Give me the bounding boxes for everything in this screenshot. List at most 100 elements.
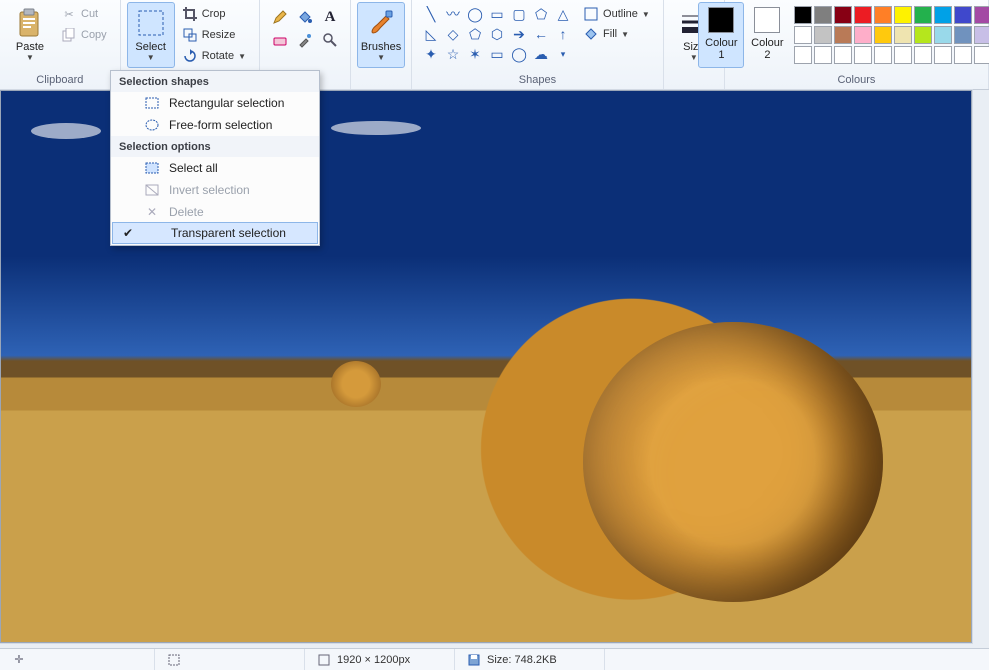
palette-swatch[interactable]: [954, 46, 972, 64]
palette-swatch[interactable]: [914, 46, 932, 64]
bucket-icon: [583, 26, 599, 42]
scissors-icon: ✂: [61, 6, 77, 22]
shape-arrow-u[interactable]: ↑: [552, 24, 574, 44]
palette-swatch[interactable]: [894, 26, 912, 44]
paste-icon: [14, 7, 46, 39]
palette-swatch[interactable]: [934, 6, 952, 24]
shape-curve[interactable]: 〰: [442, 4, 464, 24]
shape-star5[interactable]: ☆: [442, 44, 464, 64]
shape-line[interactable]: ╲: [420, 4, 442, 24]
palette-swatch[interactable]: [894, 46, 912, 64]
chevron-down-icon: ▼: [147, 53, 155, 62]
shape-roundrect[interactable]: ▢: [508, 4, 530, 24]
invert-icon: [143, 184, 161, 196]
dropdown-transparent-label: Transparent selection: [171, 226, 286, 240]
zoom-tool[interactable]: [318, 29, 342, 51]
cut-button[interactable]: ✂ Cut: [56, 4, 112, 24]
paste-button[interactable]: Paste ▼: [6, 2, 54, 68]
copy-button[interactable]: Copy: [56, 25, 112, 45]
palette-swatch[interactable]: [814, 26, 832, 44]
palette-swatch[interactable]: [934, 26, 952, 44]
shape-callout-r[interactable]: ▭: [486, 44, 508, 64]
palette-swatch[interactable]: [854, 46, 872, 64]
text-tool[interactable]: A: [318, 6, 342, 28]
tools-grid: A: [266, 2, 344, 55]
shape-polygon[interactable]: ⬠: [530, 4, 552, 24]
palette-swatch[interactable]: [874, 6, 892, 24]
shape-star6[interactable]: ✶: [464, 44, 486, 64]
fill-tool[interactable]: [293, 6, 317, 28]
shape-oval[interactable]: ◯: [464, 4, 486, 24]
palette-swatch[interactable]: [834, 6, 852, 24]
palette-swatch[interactable]: [974, 46, 989, 64]
shape-diamond[interactable]: ◇: [442, 24, 464, 44]
dropdown-item-delete: ✕ Delete: [111, 201, 319, 223]
palette-swatch[interactable]: [854, 6, 872, 24]
selection-size-icon: [167, 653, 181, 667]
select-dropdown: Selection shapes Rectangular selection F…: [110, 70, 320, 246]
dropdown-item-freeform[interactable]: Free-form selection: [111, 114, 319, 136]
palette-swatch[interactable]: [894, 6, 912, 24]
palette-swatch[interactable]: [814, 6, 832, 24]
status-cursor: ✛: [0, 649, 155, 670]
palette-swatch[interactable]: [914, 6, 932, 24]
palette-swatch[interactable]: [814, 46, 832, 64]
brushes-button[interactable]: Brushes ▼: [357, 2, 405, 68]
group-shapes: ╲ 〰 ◯ ▭ ▢ ⬠ △ ◺ ◇ ⬠ ⬡ ➔ ← ↑ ✦ ☆ ✶ ▭ ◯ ☁: [412, 0, 664, 89]
outline-button[interactable]: Outline ▼: [578, 4, 655, 24]
select-icon: [135, 7, 167, 39]
colour1-button[interactable]: Colour 1: [698, 2, 744, 68]
select-button[interactable]: Select ▼: [127, 2, 175, 68]
palette-swatch[interactable]: [794, 46, 812, 64]
dropdown-delete-label: Delete: [169, 205, 204, 219]
palette-swatch[interactable]: [854, 26, 872, 44]
palette-swatch[interactable]: [794, 6, 812, 24]
pencil-tool[interactable]: [268, 6, 292, 28]
shape-star4[interactable]: ✦: [420, 44, 442, 64]
picker-tool[interactable]: [293, 29, 317, 51]
fill-button[interactable]: Fill ▼: [578, 24, 655, 44]
dropdown-item-transparent[interactable]: ✔ Transparent selection: [112, 222, 318, 244]
palette-swatch[interactable]: [954, 26, 972, 44]
status-bar: ✛ 1920 × 1200px Size: 748.2KB: [0, 648, 989, 670]
palette-swatch[interactable]: [794, 26, 812, 44]
shape-rect[interactable]: ▭: [486, 4, 508, 24]
palette-swatch[interactable]: [934, 46, 952, 64]
shape-triangle[interactable]: △: [552, 4, 574, 24]
palette-swatch[interactable]: [974, 26, 989, 44]
shape-callout-c[interactable]: ☁: [530, 44, 552, 64]
eraser-tool[interactable]: [268, 29, 292, 51]
palette-swatch[interactable]: [974, 6, 989, 24]
colour-palette: [790, 2, 989, 68]
dropdown-item-selectall[interactable]: Select all: [111, 157, 319, 179]
shapes-grid[interactable]: ╲ 〰 ◯ ▭ ▢ ⬠ △ ◺ ◇ ⬠ ⬡ ➔ ← ↑ ✦ ☆ ✶ ▭ ◯ ☁: [418, 2, 576, 66]
dropdown-invert-label: Invert selection: [169, 183, 250, 197]
colour2-button[interactable]: Colour 2: [744, 2, 790, 68]
resize-label: Resize: [202, 29, 236, 41]
brush-icon: [365, 7, 397, 39]
shape-arrow-r[interactable]: ➔: [508, 24, 530, 44]
outline-icon: [583, 6, 599, 22]
palette-swatch[interactable]: [874, 46, 892, 64]
shape-pentagon[interactable]: ⬠: [464, 24, 486, 44]
crop-icon: [182, 6, 198, 22]
check-icon: ✔: [119, 226, 137, 240]
dropdown-item-rectangular[interactable]: Rectangular selection: [111, 92, 319, 114]
palette-swatch[interactable]: [834, 26, 852, 44]
rotate-button[interactable]: Rotate ▼: [177, 46, 251, 66]
palette-swatch[interactable]: [834, 46, 852, 64]
colour2-label: Colour 2: [751, 37, 783, 61]
shape-more[interactable]: ▾: [552, 44, 574, 64]
shape-arrow-l[interactable]: ←: [530, 24, 552, 44]
shape-hexagon[interactable]: ⬡: [486, 24, 508, 44]
shape-right-tri[interactable]: ◺: [420, 24, 442, 44]
resize-button[interactable]: Resize: [177, 25, 251, 45]
palette-swatch[interactable]: [914, 26, 932, 44]
shape-callout-o[interactable]: ◯: [508, 44, 530, 64]
status-dimensions: 1920 × 1200px: [305, 649, 455, 670]
crop-button[interactable]: Crop: [177, 4, 251, 24]
palette-swatch[interactable]: [954, 6, 972, 24]
palette-swatch[interactable]: [874, 26, 892, 44]
delete-icon: ✕: [143, 205, 161, 219]
copy-label: Copy: [81, 29, 107, 41]
